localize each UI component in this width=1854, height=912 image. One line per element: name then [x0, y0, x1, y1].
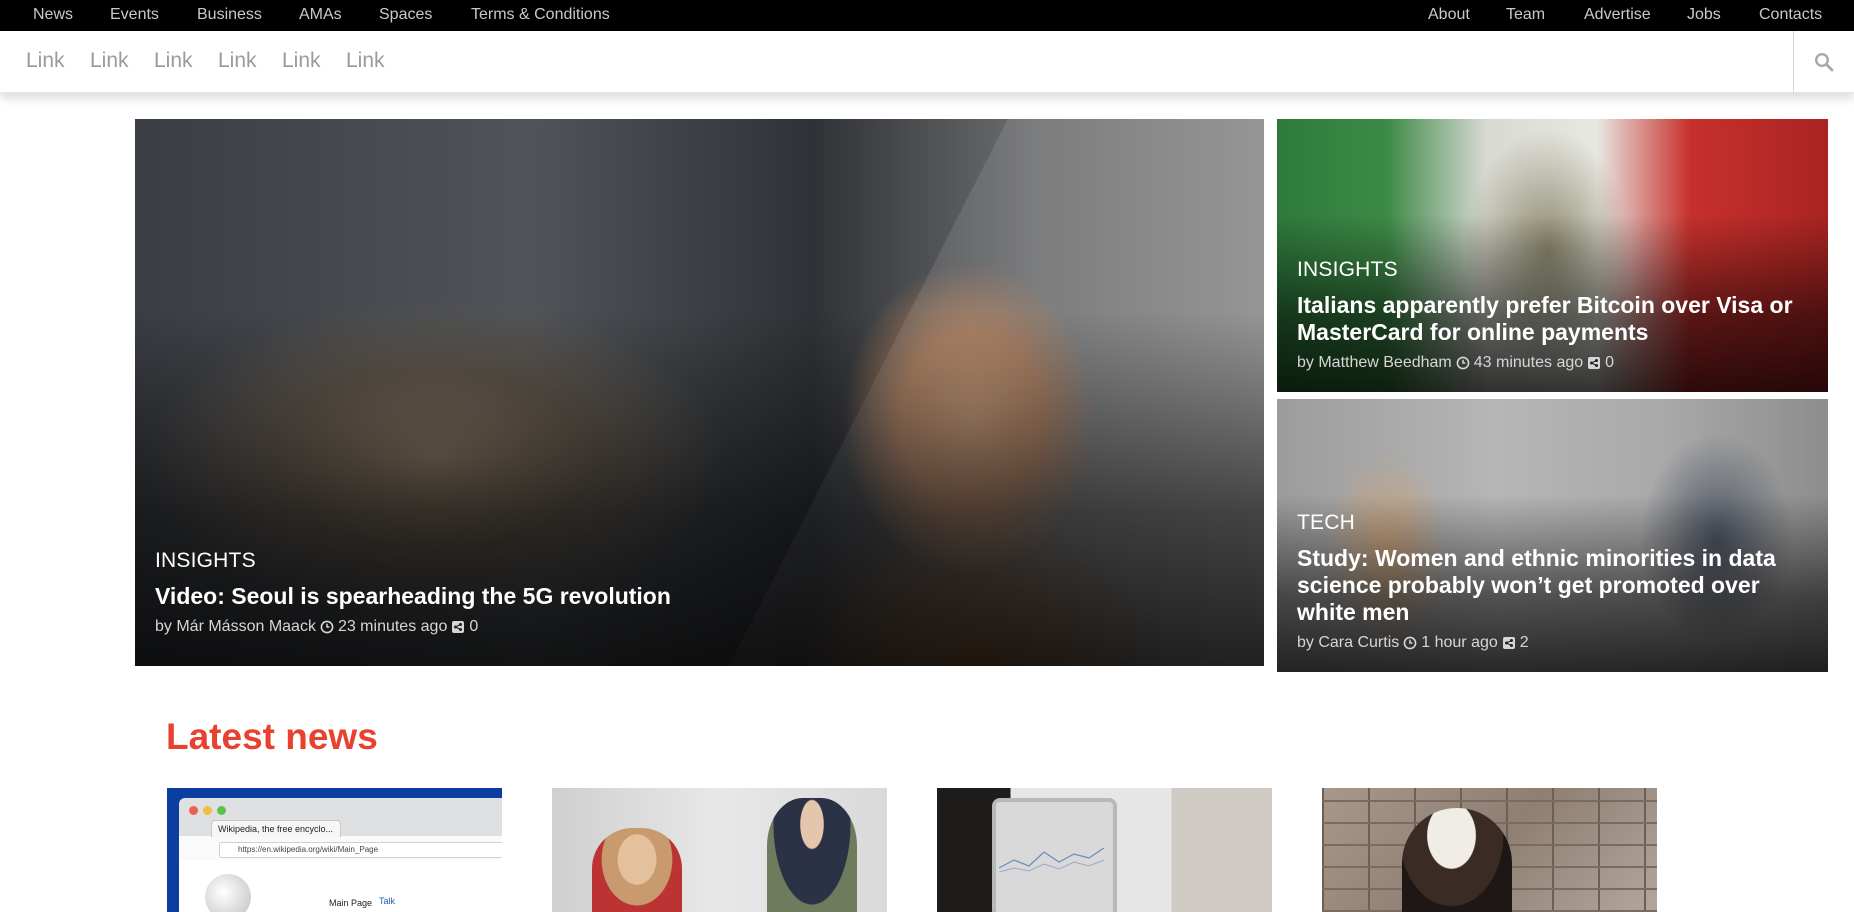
secnav-link-1[interactable]: Link	[26, 31, 65, 91]
topnav-amas[interactable]: AMAs	[299, 0, 342, 29]
wiki-tab-label: Wikipedia, the free encyclo...	[211, 820, 341, 837]
woman-illustration	[592, 828, 682, 912]
hero-article-main[interactable]: INSIGHTS Video: Seoul is spearheading th…	[135, 119, 1264, 666]
topnav-business[interactable]: Business	[197, 0, 262, 29]
hero-side-1-content: INSIGHTS Italians apparently prefer Bitc…	[1297, 258, 1808, 372]
secondary-navigation: Link Link Link Link Link Link	[0, 31, 1854, 93]
wiki-talk-tab: Talk	[379, 896, 396, 906]
secnav-link-4[interactable]: Link	[218, 31, 257, 91]
share-icon	[1502, 637, 1515, 649]
search-button[interactable]	[1793, 31, 1854, 93]
topnav-contacts[interactable]: Contacts	[1759, 0, 1822, 29]
top-navigation-bar: News Events Business AMAs Spaces Terms &…	[0, 0, 1854, 31]
hero-side-1-time: 43 minutes ago	[1473, 354, 1584, 371]
latest-article-thumb-1[interactable]: Wikipedia, the free encyclo... https://e…	[167, 788, 502, 912]
latest-news-heading: Latest news	[166, 716, 378, 757]
search-icon	[1814, 52, 1834, 72]
topnav-about[interactable]: About	[1428, 0, 1470, 29]
hero-side-2-time: 1 hour ago	[1421, 634, 1498, 651]
topnav-events[interactable]: Events	[110, 0, 159, 29]
hero-main-title[interactable]: Video: Seoul is spearheading the 5G revo…	[155, 583, 1244, 610]
share-icon	[452, 621, 465, 633]
hero-main-time: 23 minutes ago	[337, 618, 448, 635]
hero-side-2-meta: by Cara Curtis 1 hour ago 2	[1297, 634, 1808, 652]
hero-side-1-shares: 0	[1605, 354, 1615, 371]
tablet-chart-lines	[999, 847, 1105, 873]
hero-main-shares: 0	[469, 618, 479, 635]
secnav-link-2[interactable]: Link	[90, 31, 129, 91]
latest-article-thumb-4[interactable]	[1322, 788, 1657, 912]
wiki-main-page-tab: Main Page	[329, 898, 373, 908]
hero-side-2-shares: 2	[1519, 634, 1529, 651]
latest-article-thumb-3[interactable]	[937, 788, 1272, 912]
hero-main-meta: by Már Másson Maack 23 minutes ago 0	[155, 618, 1244, 636]
hero-side-2-content: TECH Study: Women and ethnic minorities …	[1297, 511, 1808, 652]
hero-side-2-author[interactable]: by Cara Curtis	[1297, 634, 1399, 652]
person-with-book-image	[1402, 808, 1512, 912]
hero-side-1-title[interactable]: Italians apparently prefer Bitcoin over …	[1297, 292, 1808, 346]
hero-side-2-title[interactable]: Study: Women and ethnic minorities in da…	[1297, 545, 1808, 626]
secnav-link-6[interactable]: Link	[346, 31, 385, 91]
hero-main-author[interactable]: by Már Másson Maack	[155, 618, 316, 636]
latest-article-thumb-2[interactable]	[552, 788, 887, 912]
browser-window-image: Wikipedia, the free encyclo... https://e…	[179, 798, 502, 912]
secnav-link-3[interactable]: Link	[154, 31, 193, 91]
hero-article-side-1[interactable]: INSIGHTS Italians apparently prefer Bitc…	[1277, 119, 1828, 392]
hero-side-1-meta: by Matthew Beedham 43 minutes ago 0	[1297, 354, 1808, 372]
share-icon	[1588, 357, 1601, 369]
man-with-money-illustration	[767, 798, 857, 912]
clock-icon	[1403, 636, 1417, 650]
topnav-advertise[interactable]: Advertise	[1584, 0, 1651, 29]
topnav-spaces[interactable]: Spaces	[379, 0, 432, 29]
hero-side-1-category[interactable]: INSIGHTS	[1297, 258, 1808, 282]
hero-side-1-author[interactable]: by Matthew Beedham	[1297, 354, 1452, 372]
clock-icon	[320, 620, 334, 634]
topnav-team[interactable]: Team	[1506, 0, 1545, 29]
wikipedia-globe-logo	[205, 874, 251, 912]
topnav-terms[interactable]: Terms & Conditions	[471, 0, 610, 29]
topnav-jobs[interactable]: Jobs	[1687, 0, 1721, 29]
secnav-link-5[interactable]: Link	[282, 31, 321, 91]
topnav-news[interactable]: News	[33, 0, 73, 29]
hero-main-content: INSIGHTS Video: Seoul is spearheading th…	[155, 549, 1244, 636]
clock-icon	[1456, 356, 1470, 370]
wiki-url-field: https://en.wikipedia.org/wiki/Main_Page	[219, 842, 502, 858]
hero-side-2-category[interactable]: TECH	[1297, 511, 1808, 535]
hero-article-side-2[interactable]: TECH Study: Women and ethnic minorities …	[1277, 399, 1828, 672]
hero-main-category[interactable]: INSIGHTS	[155, 549, 1244, 573]
